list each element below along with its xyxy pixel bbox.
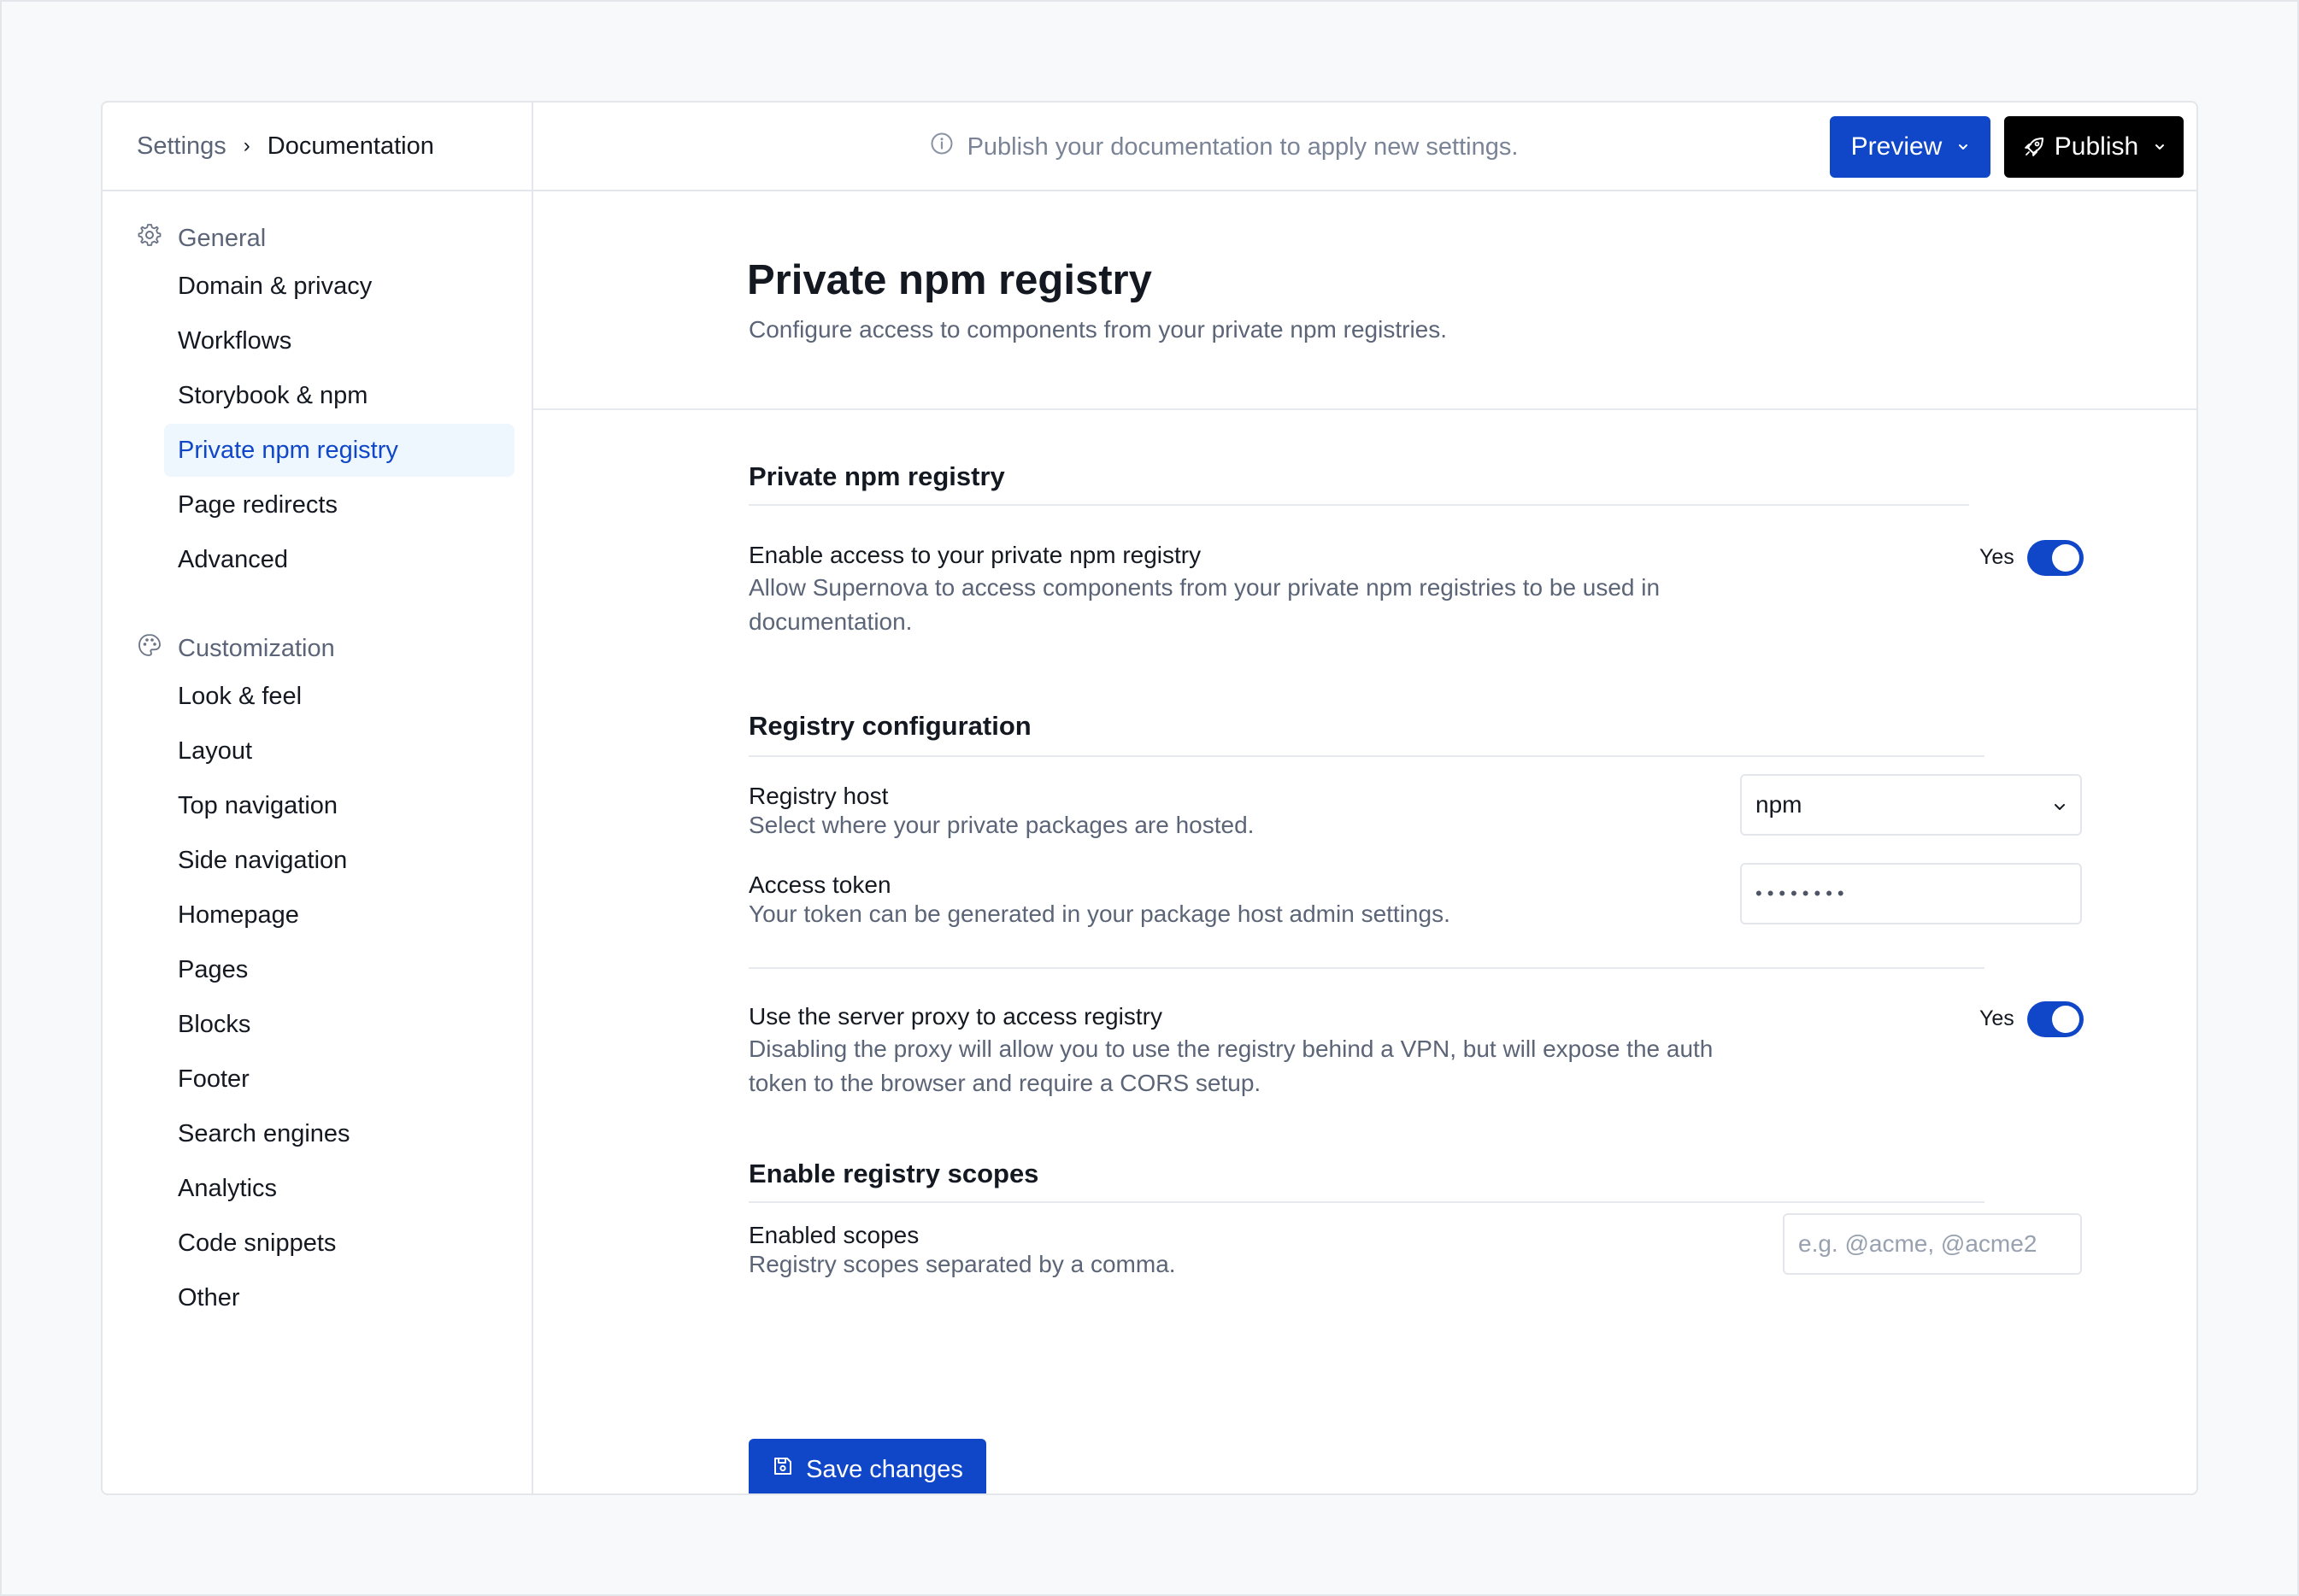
palette-icon [137,632,178,665]
main-content: Private npm registry Configure access to… [533,191,2196,1493]
enable-access-toggle[interactable] [2027,540,2084,576]
save-changes-label: Save changes [806,1455,963,1483]
server-proxy-toggle[interactable] [2027,1001,2084,1037]
enable-access-description-line: Allow Supernova to access components fro… [749,574,1661,601]
sidebar-item-blocks[interactable]: Blocks [164,998,514,1051]
enabled-scopes-label: Enabled scopes [749,1222,920,1248]
enable-access-description-line: documentation. [749,608,913,635]
rocket-icon [2022,135,2046,159]
chevron-down-icon [1957,143,1969,151]
header-divider [533,408,2196,410]
publish-button[interactable]: Publish [2004,116,2184,178]
sidebar-item-top-navigation[interactable]: Top navigation [164,779,514,832]
server-proxy-description-line: Disabling the proxy will allow you to us… [749,1036,1714,1062]
section-divider [749,504,1969,506]
sidebar-item-layout[interactable]: Layout [164,725,514,777]
breadcrumb-separator: › [243,134,250,157]
breadcrumb-current: Documentation [267,132,434,160]
enabled-scopes-input[interactable] [1798,1230,2067,1258]
settings-window: Settings › Documentation Publish your do… [101,101,2198,1495]
sidebar-item-homepage[interactable]: Homepage [164,889,514,942]
enable-access-value: Yes [1979,545,2014,569]
registry-host-description: Select where your private packages are h… [749,812,1255,838]
sidebar-item-workflows[interactable]: Workflows [164,314,514,367]
enabled-scopes-description: Registry scopes separated by a comma. [749,1251,1176,1277]
toggle-knob [2052,1006,2079,1033]
sidebar-item-code-snippets[interactable]: Code snippets [164,1217,514,1270]
breadcrumb-settings-link[interactable]: Settings [137,132,226,161]
preview-button-label: Preview [1850,132,1943,161]
sidebar-item-page-redirects[interactable]: Page redirects [164,478,514,531]
section-divider [749,755,1984,757]
save-changes-button[interactable]: Save changes [749,1439,986,1493]
server-proxy-description: Disabling the proxy will allow you to us… [749,1032,1713,1100]
enable-access-label: Enable access to your private npm regist… [749,542,1202,568]
toggle-knob [2052,544,2079,572]
registry-host-select[interactable]: npm [1740,774,2082,836]
preview-button[interactable]: Preview [1830,116,1990,178]
server-proxy-description-line: token to the browser and require a CORS … [749,1070,1261,1096]
sidebar-item-other[interactable]: Other [164,1271,514,1324]
chevron-down-icon [2053,791,2067,819]
access-token-description: Your token can be generated in your pack… [749,901,1450,927]
sidebar-section-customization: Customization [137,632,335,665]
section-title-registry-config: Registry configuration [749,711,1032,741]
sidebar-item-analytics[interactable]: Analytics [164,1162,514,1215]
sidebar-item-storybook-npm[interactable]: Storybook & npm [164,369,514,422]
sidebar-item-pages[interactable]: Pages [164,943,514,996]
save-icon [772,1455,806,1484]
access-token-value: •••••••• [1755,883,1849,904]
page-title: Private npm registry [747,257,1152,303]
breadcrumb: Settings › Documentation [103,103,533,191]
sidebar-item-domain-privacy[interactable]: Domain & privacy [164,260,514,313]
enable-access-description: Allow Supernova to access components fro… [749,571,1660,639]
section-divider [749,1201,1984,1203]
publish-button-label: Publish [2054,132,2139,161]
sidebar-item-footer[interactable]: Footer [164,1053,514,1106]
sidebar-item-side-navigation[interactable]: Side navigation [164,834,514,887]
registry-host-label: Registry host [749,783,889,809]
section-title-private-registry: Private npm registry [749,461,1005,491]
sidebar-item-search-engines[interactable]: Search engines [164,1107,514,1160]
chevron-down-icon [2154,143,2166,151]
enabled-scopes-field [1783,1213,2082,1275]
registry-host-value: npm [1755,791,1802,818]
sidebar-item-private-npm-registry[interactable]: Private npm registry [164,424,514,477]
publish-notice-text: Publish your documentation to apply new … [967,132,1519,161]
page-subtitle: Configure access to components from your… [749,316,1448,343]
sidebar-section-customization-label: Customization [178,634,335,662]
section-title-registry-scopes: Enable registry scopes [749,1159,1039,1188]
server-proxy-value: Yes [1979,1006,2014,1030]
sidebar-section-general-label: General [178,224,267,252]
sidebar-section-general: General [137,222,266,255]
access-token-label: Access token [749,871,891,898]
sidebar-item-look-feel[interactable]: Look & feel [164,670,514,723]
info-icon [930,132,967,162]
top-bar: Publish your documentation to apply new … [533,103,2196,191]
access-token-input[interactable]: •••••••• [1740,863,2082,924]
section-divider [749,967,1984,969]
gear-icon [137,222,178,255]
server-proxy-label: Use the server proxy to access registry [749,1003,1162,1030]
sidebar-item-advanced[interactable]: Advanced [164,533,514,586]
settings-sidebar: General Domain & privacy Workflows Story… [103,191,533,1493]
